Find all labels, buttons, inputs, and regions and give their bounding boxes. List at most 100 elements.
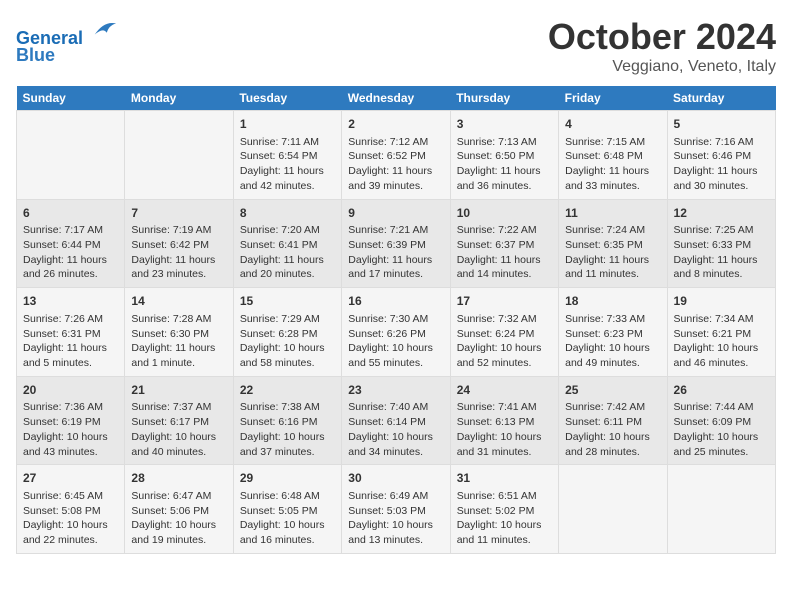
- calendar-cell: 29 Sunrise: 6:48 AM Sunset: 5:05 PM Dayli…: [233, 465, 341, 554]
- calendar-cell: 6Sunrise: 7:17 AM Sunset: 6:44 PM Daylig…: [17, 199, 125, 288]
- day-info: Sunrise: 7:40 AM Sunset: 6:14 PM Dayligh…: [348, 400, 443, 459]
- day-info: Sunrise: 7:29 AM Sunset: 6:28 PM Dayligh…: [240, 312, 335, 371]
- day-number: 10: [457, 205, 552, 222]
- calendar-cell: [17, 111, 125, 200]
- day-number: 29: [240, 470, 335, 487]
- weekday-header-friday: Friday: [559, 86, 667, 111]
- calendar-cell: 19 Sunrise: 7:34 AM Sunset: 6:21 PM Dayli…: [667, 288, 775, 377]
- weekday-header-row: SundayMondayTuesdayWednesdayThursdayFrid…: [17, 86, 776, 111]
- weekday-header-sunday: Sunday: [17, 86, 125, 111]
- weekday-header-saturday: Saturday: [667, 86, 775, 111]
- day-info: Sunrise: 6:47 AM Sunset: 5:06 PM Dayligh…: [131, 489, 226, 548]
- day-info: Sunrise: 7:38 AM Sunset: 6:16 PM Dayligh…: [240, 400, 335, 459]
- logo-text: General: [16, 16, 118, 49]
- calendar-cell: [559, 465, 667, 554]
- day-number: 20: [23, 382, 118, 399]
- day-number: 14: [131, 293, 226, 310]
- day-number: 27: [23, 470, 118, 487]
- week-row-3: 13Sunrise: 7:26 AM Sunset: 6:31 PM Dayli…: [17, 288, 776, 377]
- calendar-cell: 27 Sunrise: 6:45 AM Sunset: 5:08 PM Dayli…: [17, 465, 125, 554]
- day-info: Sunrise: 7:25 AM Sunset: 6:33 PM Dayligh…: [674, 223, 769, 282]
- month-title: October 2024: [548, 16, 776, 58]
- day-number: 24: [457, 382, 552, 399]
- calendar-cell: [667, 465, 775, 554]
- calendar-cell: 20Sunrise: 7:36 AM Sunset: 6:19 PM Dayli…: [17, 376, 125, 465]
- calendar-cell: 17Sunrise: 7:32 AM Sunset: 6:24 PM Dayli…: [450, 288, 558, 377]
- day-info: Sunrise: 7:11 AM Sunset: 6:54 PM Dayligh…: [240, 135, 335, 194]
- weekday-header-thursday: Thursday: [450, 86, 558, 111]
- calendar-cell: 14 Sunrise: 7:28 AM Sunset: 6:30 PM Dayli…: [125, 288, 233, 377]
- day-number: 7: [131, 205, 226, 222]
- day-number: 8: [240, 205, 335, 222]
- calendar-cell: 21Sunrise: 7:37 AM Sunset: 6:17 PM Dayli…: [125, 376, 233, 465]
- day-number: 19: [674, 293, 769, 310]
- calendar-cell: 26Sunrise: 7:44 AM Sunset: 6:09 PM Dayli…: [667, 376, 775, 465]
- day-info: Sunrise: 7:17 AM Sunset: 6:44 PM Dayligh…: [23, 223, 118, 282]
- day-number: 6: [23, 205, 118, 222]
- calendar-table: SundayMondayTuesdayWednesdayThursdayFrid…: [16, 86, 776, 554]
- calendar-cell: 9Sunrise: 7:21 AM Sunset: 6:39 PM Daylig…: [342, 199, 450, 288]
- logo-bird-icon: [90, 16, 118, 44]
- day-number: 2: [348, 116, 443, 133]
- location-title: Veggiano, Veneto, Italy: [548, 58, 776, 76]
- day-info: Sunrise: 7:44 AM Sunset: 6:09 PM Dayligh…: [674, 400, 769, 459]
- calendar-cell: 30Sunrise: 6:49 AM Sunset: 5:03 PM Dayli…: [342, 465, 450, 554]
- calendar-body: 1 Sunrise: 7:11 AM Sunset: 6:54 PM Daylig…: [17, 111, 776, 554]
- calendar-cell: 4 Sunrise: 7:15 AM Sunset: 6:48 PM Daylig…: [559, 111, 667, 200]
- calendar-cell: 22Sunrise: 7:38 AM Sunset: 6:16 PM Dayli…: [233, 376, 341, 465]
- calendar-cell: 2 Sunrise: 7:12 AM Sunset: 6:52 PM Daylig…: [342, 111, 450, 200]
- day-info: Sunrise: 7:33 AM Sunset: 6:23 PM Dayligh…: [565, 312, 660, 371]
- calendar-cell: 25Sunrise: 7:42 AM Sunset: 6:11 PM Dayli…: [559, 376, 667, 465]
- day-info: Sunrise: 7:28 AM Sunset: 6:30 PM Dayligh…: [131, 312, 226, 371]
- week-row-5: 27 Sunrise: 6:45 AM Sunset: 5:08 PM Dayli…: [17, 465, 776, 554]
- day-info: Sunrise: 7:22 AM Sunset: 6:37 PM Dayligh…: [457, 223, 552, 282]
- day-number: 16: [348, 293, 443, 310]
- calendar-cell: 11Sunrise: 7:24 AM Sunset: 6:35 PM Dayli…: [559, 199, 667, 288]
- day-number: 25: [565, 382, 660, 399]
- calendar-cell: 5 Sunrise: 7:16 AM Sunset: 6:46 PM Daylig…: [667, 111, 775, 200]
- calendar-cell: 12Sunrise: 7:25 AM Sunset: 6:33 PM Dayli…: [667, 199, 775, 288]
- page-header: General Blue October 2024 Veggiano, Vene…: [16, 16, 776, 76]
- day-number: 5: [674, 116, 769, 133]
- day-info: Sunrise: 7:36 AM Sunset: 6:19 PM Dayligh…: [23, 400, 118, 459]
- day-number: 31: [457, 470, 552, 487]
- day-info: Sunrise: 6:48 AM Sunset: 5:05 PM Dayligh…: [240, 489, 335, 548]
- calendar-cell: 15 Sunrise: 7:29 AM Sunset: 6:28 PM Dayli…: [233, 288, 341, 377]
- day-info: Sunrise: 7:15 AM Sunset: 6:48 PM Dayligh…: [565, 135, 660, 194]
- title-block: October 2024 Veggiano, Veneto, Italy: [548, 16, 776, 76]
- calendar-cell: 8Sunrise: 7:20 AM Sunset: 6:41 PM Daylig…: [233, 199, 341, 288]
- day-number: 17: [457, 293, 552, 310]
- day-info: Sunrise: 7:12 AM Sunset: 6:52 PM Dayligh…: [348, 135, 443, 194]
- day-info: Sunrise: 7:16 AM Sunset: 6:46 PM Dayligh…: [674, 135, 769, 194]
- day-info: Sunrise: 6:49 AM Sunset: 5:03 PM Dayligh…: [348, 489, 443, 548]
- day-info: Sunrise: 7:20 AM Sunset: 6:41 PM Dayligh…: [240, 223, 335, 282]
- day-number: 28: [131, 470, 226, 487]
- day-number: 15: [240, 293, 335, 310]
- calendar-cell: [125, 111, 233, 200]
- day-info: Sunrise: 7:41 AM Sunset: 6:13 PM Dayligh…: [457, 400, 552, 459]
- day-number: 1: [240, 116, 335, 133]
- logo: General Blue: [16, 16, 118, 66]
- calendar-cell: 28 Sunrise: 6:47 AM Sunset: 5:06 PM Dayli…: [125, 465, 233, 554]
- day-number: 26: [674, 382, 769, 399]
- day-number: 12: [674, 205, 769, 222]
- weekday-header-wednesday: Wednesday: [342, 86, 450, 111]
- day-info: Sunrise: 7:42 AM Sunset: 6:11 PM Dayligh…: [565, 400, 660, 459]
- calendar-cell: 23Sunrise: 7:40 AM Sunset: 6:14 PM Dayli…: [342, 376, 450, 465]
- day-number: 4: [565, 116, 660, 133]
- day-number: 11: [565, 205, 660, 222]
- week-row-1: 1 Sunrise: 7:11 AM Sunset: 6:54 PM Daylig…: [17, 111, 776, 200]
- calendar-cell: 18Sunrise: 7:33 AM Sunset: 6:23 PM Dayli…: [559, 288, 667, 377]
- week-row-4: 20Sunrise: 7:36 AM Sunset: 6:19 PM Dayli…: [17, 376, 776, 465]
- day-info: Sunrise: 7:30 AM Sunset: 6:26 PM Dayligh…: [348, 312, 443, 371]
- day-info: Sunrise: 7:19 AM Sunset: 6:42 PM Dayligh…: [131, 223, 226, 282]
- day-info: Sunrise: 7:34 AM Sunset: 6:21 PM Dayligh…: [674, 312, 769, 371]
- day-number: 23: [348, 382, 443, 399]
- weekday-header-monday: Monday: [125, 86, 233, 111]
- calendar-cell: 31Sunrise: 6:51 AM Sunset: 5:02 PM Dayli…: [450, 465, 558, 554]
- calendar-cell: 7Sunrise: 7:19 AM Sunset: 6:42 PM Daylig…: [125, 199, 233, 288]
- day-info: Sunrise: 7:24 AM Sunset: 6:35 PM Dayligh…: [565, 223, 660, 282]
- week-row-2: 6Sunrise: 7:17 AM Sunset: 6:44 PM Daylig…: [17, 199, 776, 288]
- calendar-cell: 16 Sunrise: 7:30 AM Sunset: 6:26 PM Dayli…: [342, 288, 450, 377]
- day-info: Sunrise: 6:45 AM Sunset: 5:08 PM Dayligh…: [23, 489, 118, 548]
